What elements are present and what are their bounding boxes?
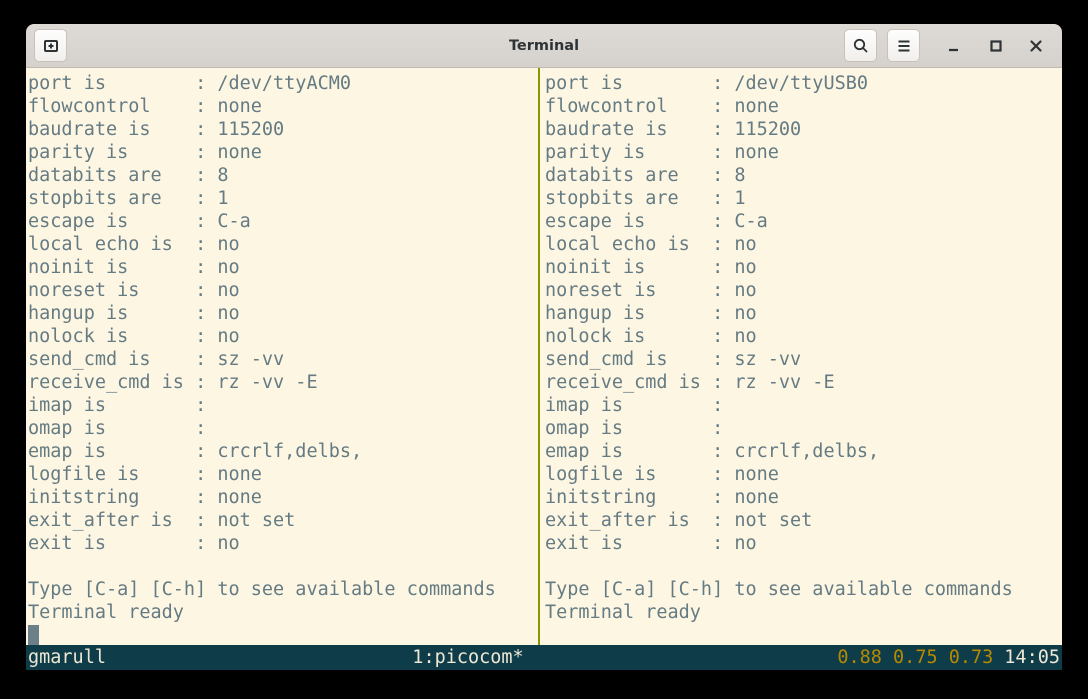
status-host: gmarull [28, 645, 106, 670]
search-button[interactable] [844, 29, 877, 62]
new-tab-button[interactable] [34, 29, 67, 62]
search-icon [851, 36, 871, 56]
status-load-average: 0.88 0.75 0.73 [837, 645, 993, 670]
titlebar-controls [844, 29, 1048, 62]
pane-left-output: port is : /dev/ttyACM0 flowcontrol : non… [28, 72, 538, 624]
minimize-icon [944, 36, 964, 56]
menu-icon [894, 36, 914, 56]
maximize-icon [986, 36, 1006, 56]
tmux-panes: port is : /dev/ttyACM0 flowcontrol : non… [26, 68, 1062, 645]
tmux-status-bar: gmarull 1:picocom* 0.88 0.75 0.73 14:05 [26, 645, 1062, 670]
pane-right-output: port is : /dev/ttyUSB0 flowcontrol : non… [545, 72, 1062, 624]
menu-button[interactable] [887, 29, 920, 62]
titlebar[interactable]: Terminal [26, 24, 1062, 68]
maximize-button[interactable] [984, 34, 1008, 58]
pane-left-picocom-ttyACM0[interactable]: port is : /dev/ttyACM0 flowcontrol : non… [26, 68, 538, 645]
status-right: 0.88 0.75 0.73 14:05 [837, 645, 1060, 670]
minimize-button[interactable] [942, 34, 966, 58]
close-button[interactable] [1024, 34, 1048, 58]
desktop: { "window": { "title": "Terminal" }, "ti… [0, 0, 1088, 699]
tab-new-icon [41, 36, 61, 56]
terminal-cursor [28, 625, 39, 645]
window-title: Terminal [509, 38, 579, 54]
close-icon [1026, 36, 1046, 56]
pane-right-picocom-ttyUSB0[interactable]: port is : /dev/ttyUSB0 flowcontrol : non… [540, 68, 1062, 645]
status-clock: 14:05 [1004, 645, 1060, 670]
terminal-window: Terminal [26, 24, 1062, 670]
status-window-label: 1:picocom* [412, 645, 523, 670]
terminal-screen: port is : /dev/ttyACM0 flowcontrol : non… [26, 68, 1062, 670]
